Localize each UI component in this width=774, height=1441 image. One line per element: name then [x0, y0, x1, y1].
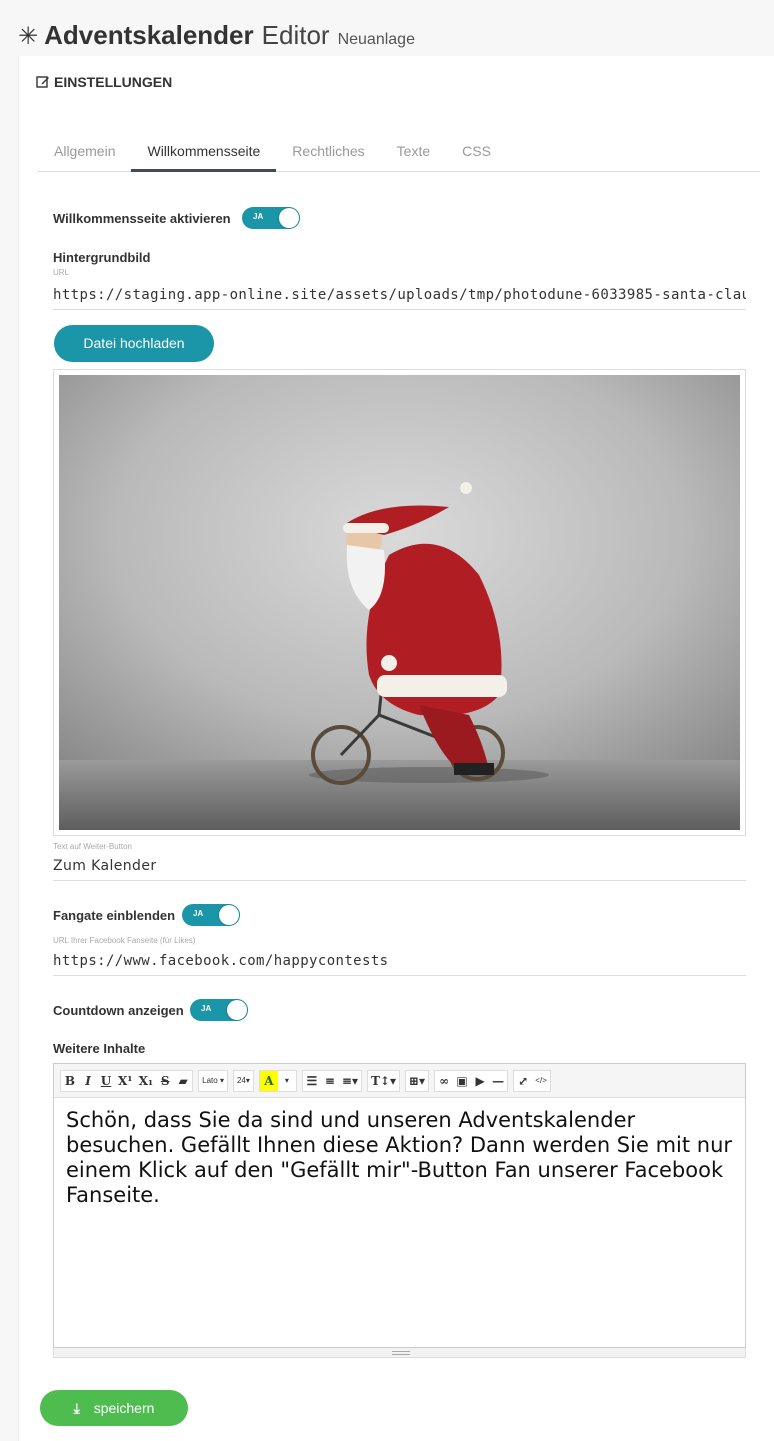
font-size-dropdown[interactable]: 24▾	[234, 1071, 253, 1091]
link-icon[interactable]: ∞	[435, 1071, 453, 1091]
section-title: EINSTELLUNGEN	[54, 74, 173, 90]
toggle-knob	[279, 208, 299, 228]
edit-icon	[36, 76, 49, 88]
background-label: Hintergrundbild	[53, 250, 151, 265]
toggle-state: JA	[193, 909, 204, 918]
italic-button[interactable]: I	[79, 1071, 97, 1091]
toolbar-group-style: B I U X¹ X₁ S ▰	[60, 1069, 194, 1092]
toolbar-group-insert: ∞ ▣ ▶ —	[434, 1069, 509, 1092]
title-bold: Adventskalender	[44, 20, 254, 50]
tab-willkommensseite[interactable]: Willkommensseite	[131, 136, 277, 172]
text-color-button[interactable]: A	[259, 1070, 278, 1091]
code-view-icon[interactable]: </>	[532, 1071, 550, 1091]
toggle-knob	[219, 905, 239, 925]
welcome-toggle-label: Willkommensseite aktivieren	[53, 211, 231, 226]
ordered-list-icon[interactable]: ≡	[321, 1071, 339, 1091]
horizontal-rule-icon[interactable]: —	[489, 1071, 507, 1091]
more-content-label: Weitere Inhalte	[53, 1041, 146, 1056]
tab-css[interactable]: CSS	[446, 136, 507, 172]
toggle-state: JA	[253, 212, 264, 221]
next-button-input[interactable]: Zum Kalender	[53, 855, 746, 881]
toolbar-group-color: A ▾	[258, 1069, 297, 1092]
editor-resize-handle[interactable]	[53, 1348, 746, 1358]
tab-texte[interactable]: Texte	[381, 136, 446, 172]
unordered-list-icon[interactable]: ☰	[303, 1071, 321, 1091]
superscript-button[interactable]: X¹	[115, 1071, 136, 1091]
toolbar-group-height: T↕▾	[366, 1069, 400, 1092]
subscript-button[interactable]: X₁	[136, 1071, 157, 1091]
toolbar-group-view: ⤢ </>	[513, 1069, 552, 1092]
video-icon[interactable]: ▶	[471, 1071, 489, 1091]
tab-rechtliches[interactable]: Rechtliches	[276, 136, 380, 172]
tab-allgemein[interactable]: Allgemein	[38, 136, 131, 172]
underline-button[interactable]: U	[97, 1071, 115, 1091]
background-image-preview	[53, 369, 746, 836]
toggle-knob	[227, 1000, 247, 1020]
align-dropdown-icon[interactable]: ≡▾	[339, 1071, 361, 1091]
picture-icon[interactable]: ▣	[453, 1071, 471, 1091]
section-heading: EINSTELLUNGEN	[36, 74, 172, 90]
countdown-toggle[interactable]: JA	[190, 999, 248, 1021]
toolbar-group-paragraph: ☰ ≡ ≡▾	[301, 1069, 362, 1092]
welcome-toggle[interactable]: JA	[242, 207, 300, 229]
table-icon[interactable]: ⊞▾	[406, 1071, 428, 1091]
fangate-label: Fangate einblenden	[53, 908, 176, 923]
facebook-url-label: URL Ihrer Facebook Fanseite (für Likes)	[53, 936, 196, 945]
title-light: Editor	[261, 20, 330, 50]
toolbar-group-table: ⊞▾	[404, 1069, 430, 1092]
toggle-state: JA	[201, 1004, 212, 1013]
line-height-icon[interactable]: T↕▾	[368, 1071, 399, 1091]
page-title: ✳ Adventskalender Editor Neuanlage	[18, 20, 415, 52]
background-url-input[interactable]: https://staging.app-online.site/assets/u…	[53, 284, 746, 310]
title-subtitle: Neuanlage	[337, 31, 415, 48]
countdown-label: Countdown anzeigen	[53, 1003, 184, 1018]
save-label: speichern	[93, 1400, 155, 1416]
save-button[interactable]: ⤓ speichern	[40, 1390, 188, 1426]
grip-icon	[392, 1351, 410, 1355]
upload-button[interactable]: Datei hochladen	[54, 325, 214, 362]
santa-bike-image	[59, 375, 740, 830]
rich-text-editor: B I U X¹ X₁ S ▰ Lato ▾ 24▾ A ▾ ☰ ≡ ≡▾ T↕…	[53, 1063, 746, 1348]
eraser-icon[interactable]: ▰	[174, 1071, 192, 1091]
fullscreen-icon[interactable]: ⤢	[514, 1071, 532, 1091]
fangate-toggle[interactable]: JA	[182, 904, 240, 926]
font-family-dropdown[interactable]: Lato ▾	[199, 1071, 227, 1091]
star-icon: ✳	[18, 22, 39, 50]
color-dropdown-caret[interactable]: ▾	[278, 1071, 296, 1091]
editor-content[interactable]: Schön, dass Sie da sind und unseren Adve…	[54, 1098, 745, 1218]
facebook-url-input[interactable]: https://www.facebook.com/happycontests	[53, 950, 746, 976]
next-button-label: Text auf Weiter-Button	[53, 842, 132, 851]
tab-bar: Allgemein Willkommensseite Rechtliches T…	[38, 136, 760, 172]
download-icon: ⤓	[73, 1401, 80, 1417]
editor-toolbar: B I U X¹ X₁ S ▰ Lato ▾ 24▾ A ▾ ☰ ≡ ≡▾ T↕…	[54, 1064, 745, 1098]
toolbar-group-size: 24▾	[232, 1069, 254, 1092]
toolbar-group-font: Lato ▾	[198, 1069, 228, 1092]
bold-button[interactable]: B	[61, 1071, 79, 1091]
url-label: URL	[53, 268, 70, 277]
strikethrough-button[interactable]: S	[156, 1071, 174, 1091]
